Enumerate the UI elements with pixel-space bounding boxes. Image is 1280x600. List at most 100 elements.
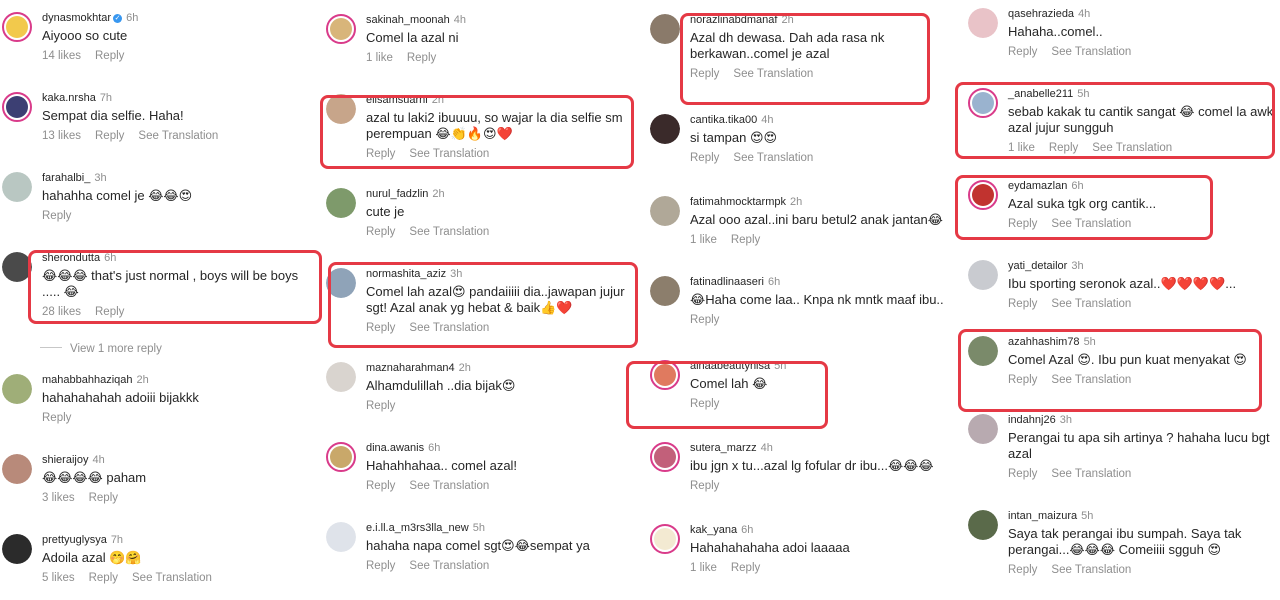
avatar[interactable] [650, 442, 680, 472]
username[interactable]: sakinah_moonah [366, 14, 450, 26]
see-translation-button[interactable]: See Translation [1051, 564, 1131, 576]
avatar[interactable] [650, 276, 680, 306]
view-more-replies[interactable]: View 1 more reply [40, 343, 162, 355]
highlight-box [328, 262, 638, 348]
timestamp: 3h [94, 172, 107, 184]
reply-button[interactable]: Reply [42, 412, 71, 424]
comment-username-line: dynasmokhtar ✓ 6h [42, 12, 138, 24]
avatar[interactable] [968, 510, 998, 540]
username[interactable]: mahabbahhaziqah [42, 374, 133, 386]
username[interactable]: fatinadlinaaseri [690, 276, 764, 288]
username[interactable]: farahalbi_ [42, 172, 90, 184]
comment-actions: 1 like Reply [690, 562, 774, 574]
reply-button[interactable]: Reply [366, 480, 395, 492]
avatar[interactable] [326, 362, 356, 392]
avatar[interactable] [2, 454, 32, 484]
username[interactable]: dynasmokhtar [42, 12, 111, 24]
comment-text: Hahahhahaa.. comel azal! [366, 458, 518, 473]
avatar[interactable] [2, 92, 32, 122]
comment-text: 😂😂😂😂 paham [42, 470, 147, 485]
reply-button[interactable]: Reply [690, 480, 719, 492]
avatar[interactable] [650, 114, 680, 144]
reply-button[interactable]: Reply [407, 52, 436, 64]
likes-count[interactable]: 5 likes [42, 572, 75, 584]
likes-count[interactable]: 1 like [690, 562, 717, 574]
avatar-image [650, 276, 680, 306]
comment-username-line: intan_maizura 5h [1008, 510, 1093, 522]
username[interactable]: qasehrazieda [1008, 8, 1074, 20]
reply-button[interactable]: Reply [1008, 46, 1037, 58]
comment-username-line: qasehrazieda 4h [1008, 8, 1090, 20]
avatar[interactable] [968, 260, 998, 290]
avatar[interactable] [968, 414, 998, 444]
reply-button[interactable]: Reply [366, 400, 395, 412]
comment-actions: Reply [42, 412, 85, 424]
username[interactable]: sutera_marzz [690, 442, 757, 454]
reply-button[interactable]: Reply [89, 572, 118, 584]
avatar[interactable] [650, 524, 680, 554]
likes-count[interactable]: 3 likes [42, 492, 75, 504]
reply-button[interactable]: Reply [731, 234, 760, 246]
username[interactable]: dina.awanis [366, 442, 424, 454]
reply-button[interactable]: Reply [1008, 298, 1037, 310]
see-translation-button[interactable]: See Translation [1051, 298, 1131, 310]
username[interactable]: e.i.ll.a_m3rs3lla_new [366, 522, 469, 534]
see-translation-button[interactable]: See Translation [138, 130, 218, 142]
see-translation-button[interactable]: See Translation [409, 560, 489, 572]
avatar[interactable] [326, 188, 356, 218]
comment-actions: Reply See Translation [1008, 46, 1145, 58]
comment-username-line: fatinadlinaaseri 6h [690, 276, 780, 288]
username[interactable]: nurul_fadzlin [366, 188, 428, 200]
reply-button[interactable]: Reply [95, 130, 124, 142]
reply-button[interactable]: Reply [1008, 564, 1037, 576]
avatar[interactable] [650, 196, 680, 226]
see-translation-button[interactable]: See Translation [409, 226, 489, 238]
username[interactable]: intan_maizura [1008, 510, 1077, 522]
likes-count[interactable]: 1 like [690, 234, 717, 246]
see-translation-button[interactable]: See Translation [409, 480, 489, 492]
username[interactable]: indahnj26 [1008, 414, 1056, 426]
avatar[interactable] [968, 8, 998, 38]
reply-button[interactable]: Reply [731, 562, 760, 574]
see-translation-button[interactable]: See Translation [1051, 468, 1131, 480]
username[interactable]: cantika.tika00 [690, 114, 757, 126]
avatar[interactable] [2, 534, 32, 564]
likes-count[interactable]: 14 likes [42, 50, 81, 62]
comment-username-line: indahnj26 3h [1008, 414, 1072, 426]
avatar[interactable] [650, 14, 680, 44]
comment-text: hahahahahah adoiii bijakkk [42, 390, 199, 405]
see-translation-button[interactable]: See Translation [1051, 46, 1131, 58]
username[interactable]: yati_detailor [1008, 260, 1067, 272]
reply-button[interactable]: Reply [1008, 468, 1037, 480]
reply-button[interactable]: Reply [95, 50, 124, 62]
reply-button[interactable]: Reply [366, 226, 395, 238]
likes-count[interactable]: 13 likes [42, 130, 81, 142]
reply-button[interactable]: Reply [366, 560, 395, 572]
username[interactable]: maznaharahman4 [366, 362, 455, 374]
likes-count[interactable]: 1 like [366, 52, 393, 64]
timestamp: 2h [789, 196, 803, 208]
avatar[interactable] [2, 12, 32, 42]
see-translation-button[interactable]: See Translation [132, 572, 212, 584]
avatar-image [650, 14, 680, 44]
username[interactable]: prettyuglysya [42, 534, 107, 546]
avatar[interactable] [326, 442, 356, 472]
username[interactable]: kaka.nrsha [42, 92, 96, 104]
avatar-image [326, 522, 356, 552]
reply-button[interactable]: Reply [89, 492, 118, 504]
timestamp: 6h [768, 276, 781, 288]
username[interactable]: shieraijoy [42, 454, 88, 466]
avatar[interactable] [326, 14, 356, 44]
avatar[interactable] [2, 172, 32, 202]
comment-username-line: mahabbahhaziqah 2h [42, 374, 149, 386]
reply-button[interactable]: Reply [690, 152, 719, 164]
username[interactable]: kak_yana [690, 524, 737, 536]
see-translation-button[interactable]: See Translation [733, 152, 813, 164]
comment-text: Alhamdulillah ..dia bijak😍 [366, 378, 516, 393]
avatar[interactable] [2, 374, 32, 404]
reply-button[interactable]: Reply [42, 210, 71, 222]
avatar-image [650, 114, 680, 144]
reply-button[interactable]: Reply [690, 314, 719, 326]
username[interactable]: fatimahmocktarmpk [690, 196, 786, 208]
avatar[interactable] [326, 522, 356, 552]
